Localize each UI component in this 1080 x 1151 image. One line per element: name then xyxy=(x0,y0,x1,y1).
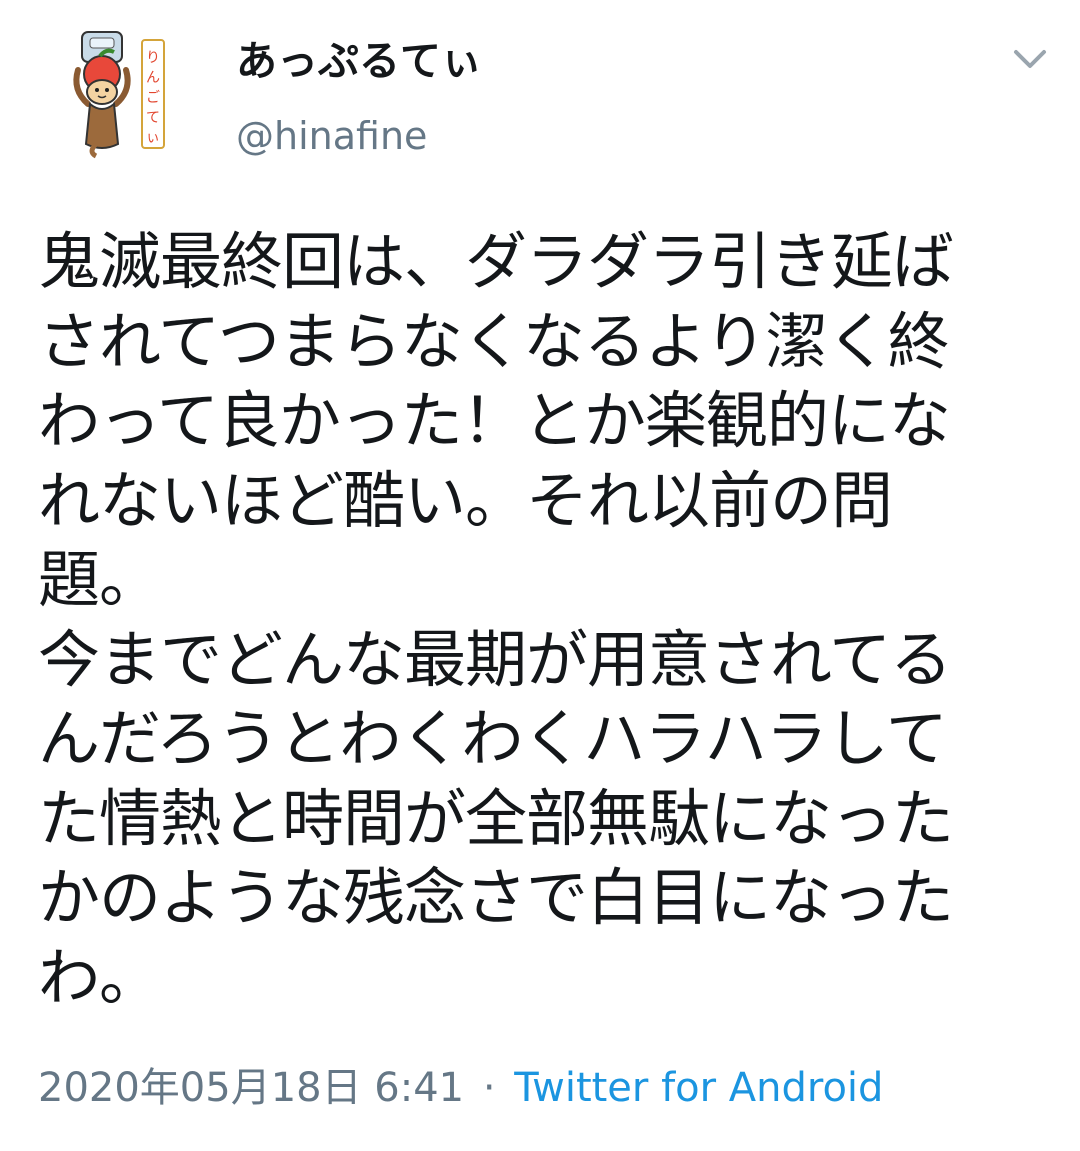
tweet-text-line: 鬼滅最終回は、ダラダラ引き延ば xyxy=(38,225,954,298)
svg-text:て: て xyxy=(146,110,160,126)
svg-text:ぃ: ぃ xyxy=(146,130,160,146)
user-handle[interactable]: @hinafine xyxy=(236,112,427,160)
tweet-text-line: されてつまらなくなるより潔く終 xyxy=(38,304,950,378)
avatar-illustration: り ん ご て ぃ xyxy=(73,31,165,159)
svg-text:り: り xyxy=(146,50,160,66)
chevron-down-icon[interactable] xyxy=(1008,42,1052,78)
display-name[interactable]: あっぷるてぃ xyxy=(236,36,482,86)
tweet-text-line: かのような残念さで白目になった xyxy=(38,861,954,934)
tweet-text-line: た情熱と時間が全部無駄になった xyxy=(38,781,954,855)
tweet-timestamp[interactable]: 2020年05月18日 6:41 xyxy=(38,1065,464,1111)
tweet-text-line: わって良かった！とか楽観的にな xyxy=(38,384,951,457)
meta-separator: · xyxy=(482,1065,496,1111)
tweet-text-line: れないほど酷い。それ以前の問 xyxy=(38,463,893,537)
tweet-text-line: 今までどんな最期が用意されてる xyxy=(38,622,952,696)
tweet-source-link[interactable]: Twitter for Android xyxy=(514,1065,883,1111)
tweet-text-line: わ。 xyxy=(38,940,161,1014)
tweet-meta: 2020年05月18日 6:41 · Twitter for Android xyxy=(38,1062,883,1114)
tweet-header: り ん ご て ぃ あっぷるてぃ @hinafine xyxy=(0,0,1080,180)
tweet-text: 鬼滅最終回は、ダラダラ引き延ば されてつまらなくなるより潔く終 わって良かった！… xyxy=(38,222,1048,1017)
avatar[interactable]: り ん ご て ぃ xyxy=(38,26,188,160)
svg-text:ん: ん xyxy=(146,70,160,86)
tweet-text-line: んだろうとわくわくハラハラして xyxy=(38,702,948,775)
tweet-text-line: 題。 xyxy=(38,543,161,616)
tweet-card: り ん ご て ぃ あっぷるてぃ @hinafine 鬼滅最終回は、ダラダラ引き… xyxy=(0,0,1080,1151)
svg-text:ご: ご xyxy=(146,90,160,106)
